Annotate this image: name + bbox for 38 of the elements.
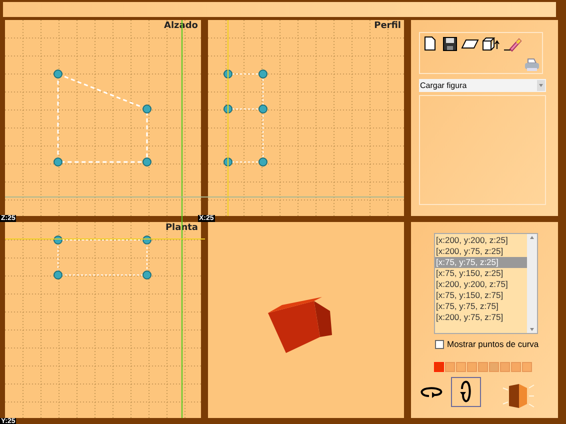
caret-icon (537, 80, 545, 91)
scroll-up-icon[interactable] (528, 234, 536, 242)
vertex-point[interactable] (142, 104, 152, 114)
color-swatch[interactable] (522, 362, 532, 372)
rotate-vertical-button[interactable] (451, 377, 481, 407)
vertex-point[interactable] (142, 158, 152, 166)
vertex-point[interactable] (258, 104, 268, 114)
point-list-item[interactable]: [x:75, y:75, z:75] (435, 301, 528, 312)
color-swatch[interactable] (511, 362, 521, 372)
color-swatch[interactable] (445, 362, 455, 372)
scrollbar[interactable] (527, 234, 537, 333)
vertex-point[interactable] (54, 70, 62, 78)
vertex-point[interactable] (54, 270, 62, 280)
vertex-point[interactable] (258, 70, 268, 78)
color-swatch[interactable] (489, 362, 499, 372)
point-list-item[interactable]: [x:75, y:150, z:25] (435, 268, 528, 279)
point-list-item[interactable]: [x:200, y:75, z:75] (435, 312, 528, 323)
color-swatch[interactable] (478, 362, 488, 372)
point-list-item[interactable]: [x:75, y:150, z:75] (435, 290, 528, 301)
scroll-down-icon[interactable] (528, 325, 536, 333)
vertex-point[interactable] (258, 158, 268, 166)
checkbox-label: Mostrar puntos de curva (447, 340, 539, 349)
point-list-item[interactable]: [x:200, y:200, z:75] (435, 279, 528, 290)
checkbox[interactable] (435, 340, 444, 349)
point-list-item[interactable]: [x:200, y:75, z:25] (435, 246, 528, 257)
color-swatch[interactable] (500, 362, 510, 372)
point-list-item[interactable]: [x:200, y:200, z:25] (435, 235, 528, 246)
vertex-point[interactable] (142, 270, 152, 280)
vertex-point[interactable] (54, 158, 62, 166)
load-figure-dropdown[interactable]: Cargar figura (419, 79, 546, 92)
color-swatch[interactable] (467, 362, 477, 372)
points-listbox[interactable]: [x:200, y:200, z:25] [x:200, y:75, z:25] [x:75, y:75, z:25] [x:75, y:150, z:25] [x:200, y:200, z:75] [x:75, y:150, z:75] [x:75, y:75, z:75] [x:200, y:75, z:75] (434, 233, 538, 334)
color-swatch[interactable] (456, 362, 466, 372)
color-swatch[interactable] (434, 362, 444, 372)
view-title: Perfil (374, 22, 401, 31)
cube-drawing (266, 297, 334, 355)
rotate-arrow-icon (459, 380, 473, 404)
rotate-arrow-icon (420, 385, 444, 399)
